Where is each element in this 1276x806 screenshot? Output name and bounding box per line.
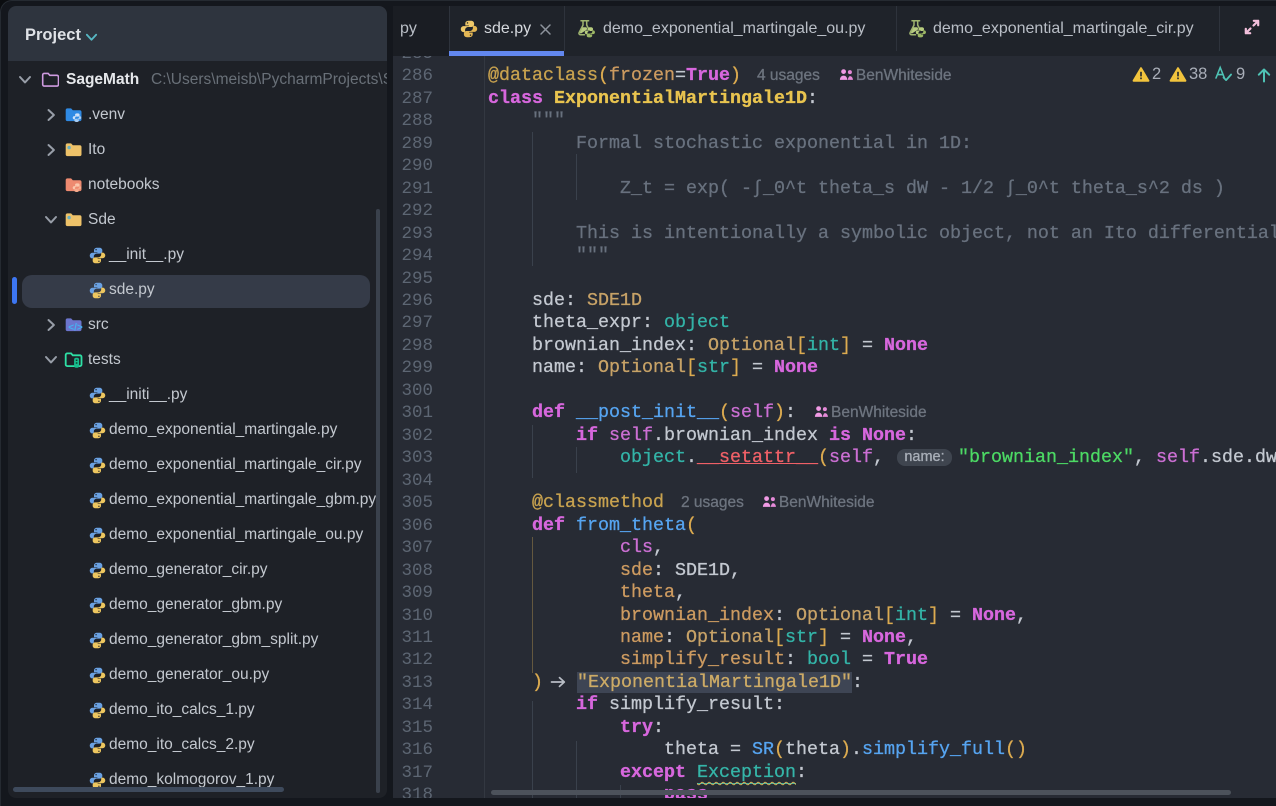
svg-text:</>: </> (68, 323, 83, 334)
